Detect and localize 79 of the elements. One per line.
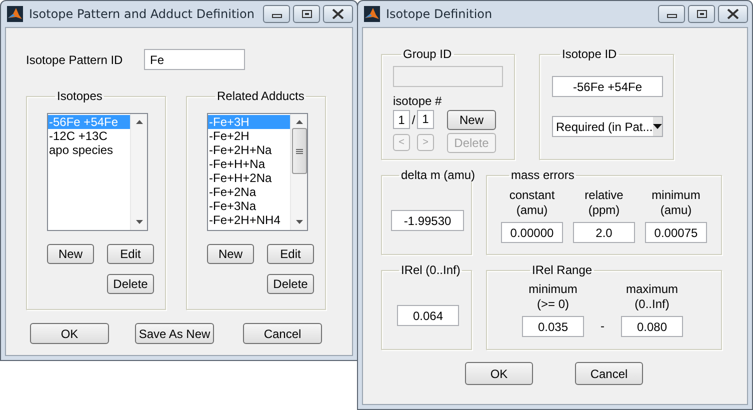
window-title: Isotope Definition (386, 7, 494, 21)
dialog-button[interactable]: Edit (267, 244, 314, 264)
list-item[interactable]: -Fe+2H (208, 129, 290, 143)
dialog-button[interactable]: Delete (107, 274, 154, 294)
range-hint: (0..Inf) (634, 297, 670, 312)
maximum-field[interactable]: 0.080 (621, 316, 683, 337)
dropdown[interactable]: Required (in Pat... (552, 116, 663, 137)
unit-label: (ppm) (588, 203, 620, 218)
dialog-button[interactable]: Cancel (575, 362, 643, 385)
window-title: Isotope Pattern and Adduct Definition (29, 7, 256, 21)
dialog-button[interactable]: Delete (267, 274, 314, 294)
column-label: minimum (652, 188, 700, 203)
group-title: Group ID (402, 47, 453, 61)
pattern-id-field[interactable]: Fe (144, 49, 245, 70)
dialog-button[interactable]: Save As New (135, 323, 214, 344)
total-field: 1 (417, 110, 434, 129)
column-label: minimum (528, 282, 578, 297)
scrollbar[interactable] (290, 114, 307, 230)
close-button[interactable] (323, 5, 353, 23)
dialog-button[interactable]: Cancel (243, 323, 322, 344)
list-box[interactable]: -Fe+3H -Fe+2H -Fe+2H+Na -Fe+H+Na -Fe+H+2Na -Fe+2Na -Fe+3Na -Fe+2H+NH4 (207, 113, 308, 231)
field-label: Isotope Pattern ID (26, 52, 124, 66)
close-icon (727, 9, 739, 19)
maximize-button[interactable] (688, 5, 715, 23)
list-item[interactable]: -Fe+H+Na (208, 157, 290, 171)
close-icon (332, 9, 344, 19)
mass-error-field[interactable]: 2.0 (573, 222, 635, 243)
dialog-button[interactable]: New (47, 244, 94, 264)
list-item[interactable]: -Fe+2H+NH4 (208, 213, 290, 227)
range-hint: (>= 0) (536, 297, 569, 312)
separator-text: - (600, 318, 606, 335)
scrollbar[interactable] (130, 114, 147, 230)
scroll-down-icon[interactable] (136, 220, 142, 224)
irel-field[interactable]: 0.064 (397, 305, 459, 326)
maximize-icon (696, 10, 706, 18)
dialog-button[interactable]: New (207, 244, 254, 264)
minimize-button[interactable] (658, 5, 685, 23)
column-label: constant (509, 188, 555, 203)
group-title: delta m (amu) (400, 168, 476, 182)
delta-m-field[interactable]: -1.99530 (391, 210, 464, 231)
minimum-field[interactable]: 0.035 (522, 316, 584, 337)
app-icon (7, 6, 23, 22)
group-title: Related Adducts (216, 89, 306, 103)
list-box[interactable]: -56Fe +54Fe -12C +13C apo species (47, 113, 148, 231)
unit-label: (amu) (516, 203, 548, 218)
group-title: mass errors (510, 168, 576, 182)
scroll-up-icon[interactable] (136, 120, 142, 124)
mass-error-field[interactable]: 0.00075 (645, 222, 707, 243)
dropdown-caret-icon (652, 124, 662, 129)
column-label: relative (584, 188, 624, 203)
scroll-thumb[interactable] (292, 128, 306, 174)
separator-text: / (410, 112, 416, 126)
isotope-id-field[interactable]: -56Fe +54Fe (552, 76, 663, 97)
column-label: maximum (626, 282, 678, 297)
dialog-button[interactable]: Edit (107, 244, 154, 264)
group-title: Isotope ID (561, 47, 618, 61)
scroll-down-icon[interactable] (296, 220, 302, 224)
new-button[interactable]: New (447, 110, 496, 130)
unit-label: (amu) (660, 203, 692, 218)
group-title: Isotopes (56, 89, 104, 103)
maximize-button[interactable] (293, 5, 320, 23)
list-item[interactable]: -Fe+2Na (208, 185, 290, 199)
app-icon (364, 6, 380, 22)
group-title: IRel (0..Inf) (400, 263, 462, 277)
list-item[interactable]: -Fe+3Na (208, 199, 290, 213)
index-field[interactable]: 1 (393, 110, 410, 129)
group-title: IRel Range (531, 263, 594, 277)
list-item[interactable]: apo species (48, 143, 130, 157)
list-item[interactable]: -12C +13C (48, 129, 130, 143)
scroll-up-icon[interactable] (296, 120, 302, 124)
dialog-button[interactable]: OK (30, 323, 109, 344)
maximize-icon (302, 10, 312, 18)
list-item[interactable]: -Fe+2H+Na (208, 143, 290, 157)
mass-error-field[interactable]: 0.00000 (501, 222, 563, 243)
field-label: isotope # (393, 94, 443, 108)
list-item[interactable]: -Fe+H+2Na (208, 171, 290, 185)
close-button[interactable] (718, 5, 748, 23)
dialog-button[interactable]: OK (465, 362, 533, 385)
minimize-button[interactable] (263, 5, 290, 23)
